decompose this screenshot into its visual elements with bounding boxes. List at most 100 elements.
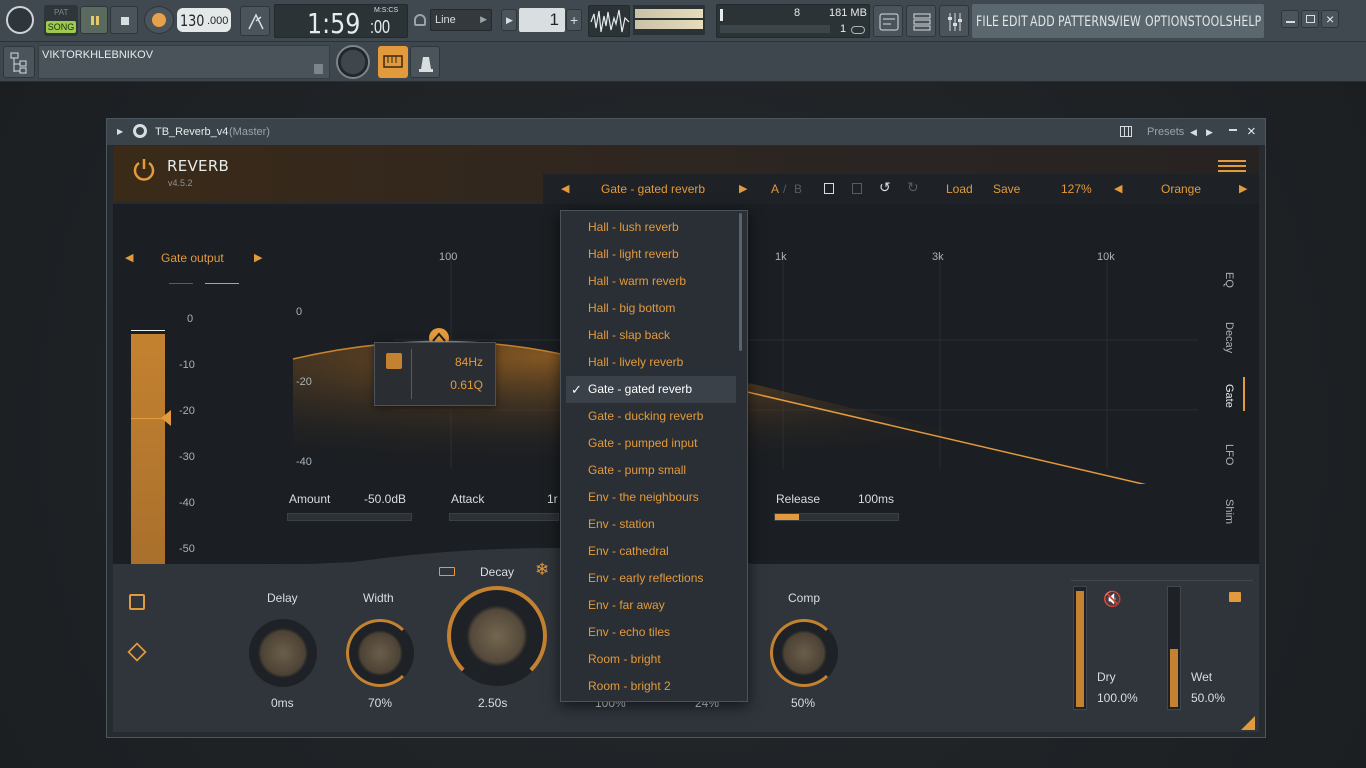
main-volume-knob[interactable]: [6, 6, 34, 34]
preset-item[interactable]: Env - echo tiles: [561, 619, 747, 646]
chevron-right-icon[interactable]: ▶: [1206, 127, 1213, 138]
window-titlebar[interactable]: ▶ TB_Reverb_v4 (Master) Presets ◀ ▶ ×: [107, 119, 1265, 145]
preset-item[interactable]: Room - bright 2: [561, 673, 747, 700]
gear-icon[interactable]: [133, 124, 147, 138]
decay-knob[interactable]: [447, 586, 547, 686]
record-button[interactable]: [144, 6, 174, 34]
hamburger-menu-icon[interactable]: [1218, 160, 1246, 172]
load-button[interactable]: Load: [946, 182, 973, 196]
add-pattern-button[interactable]: +: [566, 9, 582, 31]
preset-item[interactable]: Env - cathedral: [561, 538, 747, 565]
dropdown-scrollbar[interactable]: [739, 213, 742, 351]
menu-edit[interactable]: EDIT: [1002, 14, 1028, 30]
tab-lfo[interactable]: LFO: [1223, 444, 1235, 465]
pat-song-switch[interactable]: PAT SONG: [44, 5, 78, 36]
dice-icon[interactable]: [127, 642, 147, 662]
time-display[interactable]: 1:59 M:S:CS :00: [274, 4, 408, 40]
power-icon[interactable]: [131, 156, 157, 182]
preset-item[interactable]: Hall - big bottom: [561, 295, 747, 322]
tab-eq[interactable]: EQ: [1223, 272, 1235, 288]
preset-item[interactable]: Gate - pumped input: [561, 430, 747, 457]
theme-prev-icon[interactable]: ◀: [1114, 182, 1122, 195]
minimize-button[interactable]: [1281, 10, 1299, 28]
amount-slider[interactable]: [287, 513, 412, 521]
menu-view[interactable]: VIEW: [1112, 14, 1141, 30]
resize-grip-icon[interactable]: [1241, 716, 1255, 730]
restore-button[interactable]: [1301, 10, 1319, 28]
browser-button[interactable]: [3, 46, 35, 78]
master-pitch-knob[interactable]: [336, 45, 370, 79]
preset-item[interactable]: Room - bright: [561, 646, 747, 673]
tab-shim[interactable]: Shim: [1223, 499, 1235, 524]
paste-icon[interactable]: [852, 183, 862, 194]
attack-slider[interactable]: [449, 513, 559, 521]
typing-keyboard-button[interactable]: [378, 46, 408, 78]
preset-next-icon[interactable]: ▶: [739, 182, 747, 195]
freeze-icon[interactable]: ❄: [535, 560, 549, 580]
theme-next-icon[interactable]: ▶: [1239, 182, 1247, 195]
battery-icon[interactable]: [439, 567, 455, 576]
release-slider[interactable]: [774, 513, 899, 521]
play-button[interactable]: [80, 6, 108, 34]
analyzer-icon[interactable]: [129, 594, 145, 610]
menu-options[interactable]: OPTIONS: [1145, 14, 1195, 30]
preset-item[interactable]: Env - the neighbours: [561, 484, 747, 511]
copy-icon[interactable]: [824, 183, 834, 194]
pattern-number[interactable]: 1: [519, 8, 565, 32]
width-knob[interactable]: [346, 619, 414, 687]
dry-meter[interactable]: [1073, 586, 1087, 710]
menu-tools[interactable]: TOOLS: [1195, 14, 1233, 30]
ab-b-button[interactable]: B: [794, 182, 802, 196]
chevron-right-icon[interactable]: ▶: [117, 127, 123, 136]
preset-item[interactable]: Hall - warm reverb: [561, 268, 747, 295]
redo-icon[interactable]: ↻: [907, 179, 919, 196]
tab-gate[interactable]: Gate: [1223, 384, 1235, 408]
stop-button[interactable]: [110, 6, 138, 34]
gate-threshold-handle[interactable]: [161, 410, 171, 426]
preset-item[interactable]: Env - station: [561, 511, 747, 538]
snap-select[interactable]: Line ▶: [430, 9, 492, 31]
menu-patterns[interactable]: PATTERNS: [1058, 14, 1115, 30]
metronome-button[interactable]: [240, 6, 270, 36]
theme-name[interactable]: Orange: [1161, 182, 1201, 196]
lock-icon[interactable]: [1229, 592, 1241, 602]
preset-item[interactable]: Hall - light reverb: [561, 241, 747, 268]
preset-item[interactable]: Gate - pump small: [561, 457, 747, 484]
mute-icon[interactable]: 🔇: [1103, 590, 1122, 608]
close-icon[interactable]: ×: [1247, 123, 1256, 140]
gate-output-next-icon[interactable]: ▶: [254, 251, 262, 264]
minimize-icon[interactable]: [1229, 129, 1237, 131]
channel-rack-button[interactable]: [906, 5, 936, 37]
undo-icon[interactable]: ↺: [879, 179, 891, 196]
preset-item-selected[interactable]: ✓ Gate - gated reverb: [566, 376, 736, 403]
playlist-button[interactable]: [873, 5, 903, 37]
preset-item[interactable]: Hall - slap back: [561, 322, 747, 349]
menu-help[interactable]: HELP: [1233, 14, 1261, 30]
chevron-left-icon[interactable]: ◀: [1190, 127, 1197, 138]
tempo-display[interactable]: 130 .000: [177, 8, 231, 32]
close-app-button[interactable]: ×: [1321, 10, 1339, 28]
zoom-value[interactable]: 127%: [1061, 182, 1092, 196]
menu-add[interactable]: ADD: [1030, 14, 1055, 30]
presets-label[interactable]: Presets: [1147, 126, 1184, 138]
save-button[interactable]: Save: [993, 182, 1020, 196]
preset-prev-icon[interactable]: ◀: [561, 182, 569, 195]
wet-meter[interactable]: [1167, 586, 1181, 710]
tab-decay[interactable]: Decay: [1223, 322, 1235, 353]
preset-item[interactable]: Hall - lush reverb: [561, 214, 747, 241]
mixer-button[interactable]: [939, 5, 969, 37]
comp-knob[interactable]: [770, 619, 838, 687]
menu-file[interactable]: FILE: [976, 14, 999, 30]
gate-output-prev-icon[interactable]: ◀: [125, 251, 133, 264]
delay-knob[interactable]: [249, 619, 317, 687]
gate-output-label[interactable]: Gate output: [161, 251, 224, 265]
preset-item[interactable]: Env - early reflections: [561, 565, 747, 592]
preset-item[interactable]: Hall - lively reverb: [561, 349, 747, 376]
step-edit-button[interactable]: [410, 46, 440, 78]
grid-icon[interactable]: [1120, 126, 1132, 137]
preset-item[interactable]: Env - far away: [561, 592, 747, 619]
pin-icon[interactable]: [386, 353, 402, 369]
preset-name[interactable]: Gate - gated reverb: [601, 182, 705, 196]
pattern-prev-button[interactable]: ▶: [501, 9, 517, 31]
ab-a-button[interactable]: A: [771, 182, 779, 196]
